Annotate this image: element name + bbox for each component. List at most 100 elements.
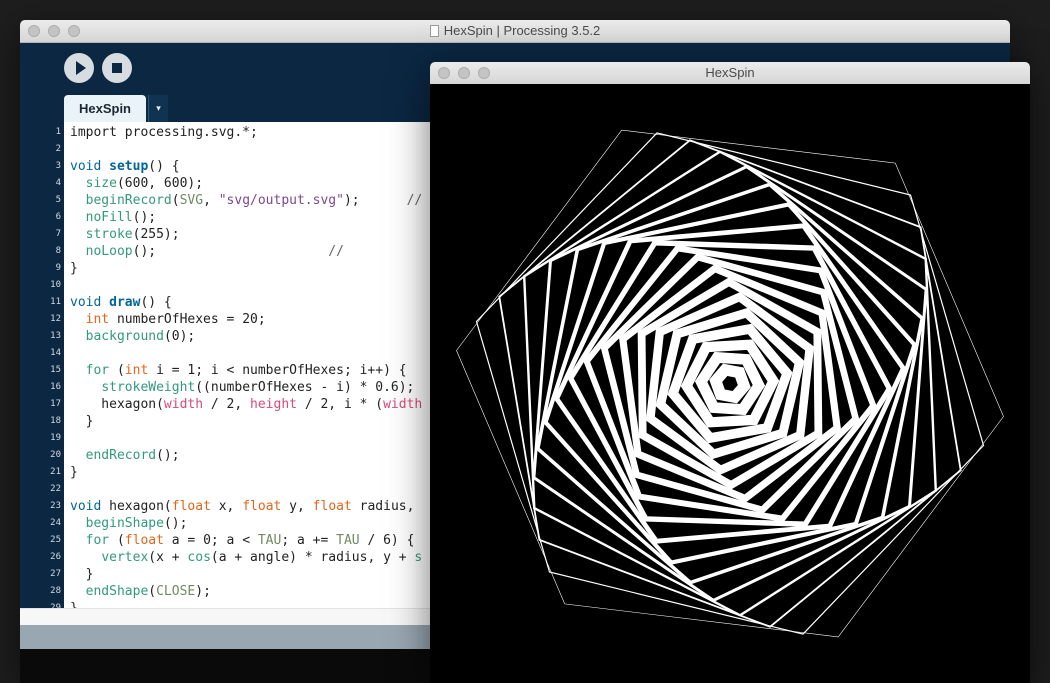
code-line: for (float a = 0; a < TAU; a += TAU / 6)… bbox=[70, 532, 415, 549]
run-button[interactable] bbox=[64, 53, 94, 83]
sketch-window: HexSpin bbox=[430, 62, 1030, 683]
code-token: () { bbox=[140, 295, 172, 310]
code-token: void bbox=[70, 499, 102, 514]
code-token: ; a += bbox=[281, 533, 337, 548]
close-window-button[interactable] bbox=[28, 25, 40, 37]
sketch-title-bar[interactable]: HexSpin bbox=[430, 62, 1030, 85]
code-token: SVG bbox=[179, 193, 204, 208]
code-token: float bbox=[171, 499, 211, 514]
line-number: 24 bbox=[50, 518, 61, 528]
stop-button[interactable] bbox=[102, 53, 132, 83]
line-number: 23 bbox=[50, 501, 61, 511]
hexagon-spiral-drawing bbox=[456, 129, 1004, 638]
line-number: 14 bbox=[50, 348, 61, 358]
code-line: void draw() { bbox=[70, 294, 172, 311]
code-token: CLOSE bbox=[156, 584, 196, 599]
line-number: 16 bbox=[50, 382, 61, 392]
play-icon bbox=[76, 61, 86, 75]
close-window-button[interactable] bbox=[438, 67, 450, 79]
code-token: for bbox=[85, 533, 110, 548]
code-token: // bbox=[406, 193, 423, 208]
code-token: () { bbox=[148, 159, 180, 174]
code-token: (); bbox=[132, 244, 329, 259]
tab-hexspin[interactable]: HexSpin bbox=[64, 95, 146, 122]
code-token: endShape bbox=[85, 584, 149, 599]
code-token: height bbox=[250, 397, 297, 412]
hexagon-ring bbox=[709, 363, 751, 404]
code-token: / 2, bbox=[203, 397, 251, 412]
code-token: (255); bbox=[132, 227, 180, 242]
code-token: ( bbox=[148, 584, 157, 599]
window-controls bbox=[438, 67, 490, 79]
line-number: 7 bbox=[55, 229, 61, 239]
code-token: (); bbox=[132, 210, 157, 225]
code-token: noLoop bbox=[85, 244, 133, 259]
line-number: 19 bbox=[50, 433, 61, 443]
line-number: 27 bbox=[50, 569, 61, 579]
code-token: import processing.svg.*; bbox=[70, 125, 258, 140]
code-token: void bbox=[70, 295, 102, 310]
hexagon-ring bbox=[498, 139, 962, 628]
line-number: 25 bbox=[50, 535, 61, 545]
code-token: (a + angle) * radius, y + bbox=[210, 550, 415, 565]
line-number: 28 bbox=[50, 586, 61, 596]
minimize-window-button[interactable] bbox=[48, 25, 60, 37]
minimize-window-button[interactable] bbox=[458, 67, 470, 79]
line-number: 3 bbox=[55, 161, 61, 171]
code-token: float bbox=[242, 499, 282, 514]
code-line: for (int i = 1; i < numberOfHexes; i++) … bbox=[70, 362, 407, 379]
code-token: (x + bbox=[148, 550, 188, 565]
code-token: x, bbox=[210, 499, 243, 514]
code-token: float bbox=[312, 499, 352, 514]
code-token: hexagon( bbox=[101, 499, 172, 514]
code-token: beginShape bbox=[85, 516, 164, 531]
hexagon-ring bbox=[456, 129, 1004, 638]
code-token: background bbox=[85, 329, 164, 344]
code-token: setup bbox=[109, 159, 149, 174]
zoom-window-button[interactable] bbox=[68, 25, 80, 37]
code-line: int numberOfHexes = 20; bbox=[70, 311, 266, 328]
code-line: hexagon(width / 2, height / 2, i * (widt… bbox=[70, 396, 422, 413]
code-token: numberOfHexes = 20; bbox=[109, 312, 266, 327]
line-number: 10 bbox=[50, 280, 61, 290]
code-token: (); bbox=[163, 516, 188, 531]
code-line: noFill(); bbox=[70, 209, 156, 226]
code-token: size bbox=[85, 176, 117, 191]
code-token: ( bbox=[171, 193, 180, 208]
code-line: import processing.svg.*; bbox=[70, 124, 258, 141]
ide-title-bar[interactable]: HexSpin | Processing 3.5.2 bbox=[20, 20, 1010, 43]
line-number: 15 bbox=[50, 365, 61, 375]
zoom-window-button[interactable] bbox=[478, 67, 490, 79]
code-token: } bbox=[70, 465, 78, 480]
code-token: width bbox=[163, 397, 204, 412]
code-token: } bbox=[70, 567, 94, 582]
code-token: beginRecord bbox=[85, 193, 172, 208]
line-number-gutter: 1 2 3 4 5 6 7 8 9 10 11 12 13 14 15 16 17 18 19 20 21 22 23 24 2… bbox=[20, 122, 64, 613]
code-token: } bbox=[70, 414, 94, 429]
code-token: y, bbox=[281, 499, 313, 514]
stop-icon bbox=[112, 63, 122, 73]
code-token: a = 0; a < bbox=[163, 533, 258, 548]
code-line: vertex(x + cos(a + angle) * radius, y + … bbox=[70, 549, 422, 566]
code-line: size(600, 600); bbox=[70, 175, 203, 192]
code-token: float bbox=[124, 533, 164, 548]
dropdown-icon: ▾ bbox=[156, 103, 161, 113]
code-token: TAU bbox=[257, 533, 282, 548]
code-line: background(0); bbox=[70, 328, 196, 345]
document-icon bbox=[429, 25, 439, 37]
code-token: (); bbox=[156, 448, 180, 463]
tab-dropdown-button[interactable]: ▾ bbox=[148, 95, 168, 122]
line-number: 5 bbox=[55, 195, 61, 205]
code-token: s bbox=[414, 550, 423, 565]
line-number: 11 bbox=[50, 297, 61, 307]
code-token: "svg/output.svg" bbox=[218, 193, 344, 208]
